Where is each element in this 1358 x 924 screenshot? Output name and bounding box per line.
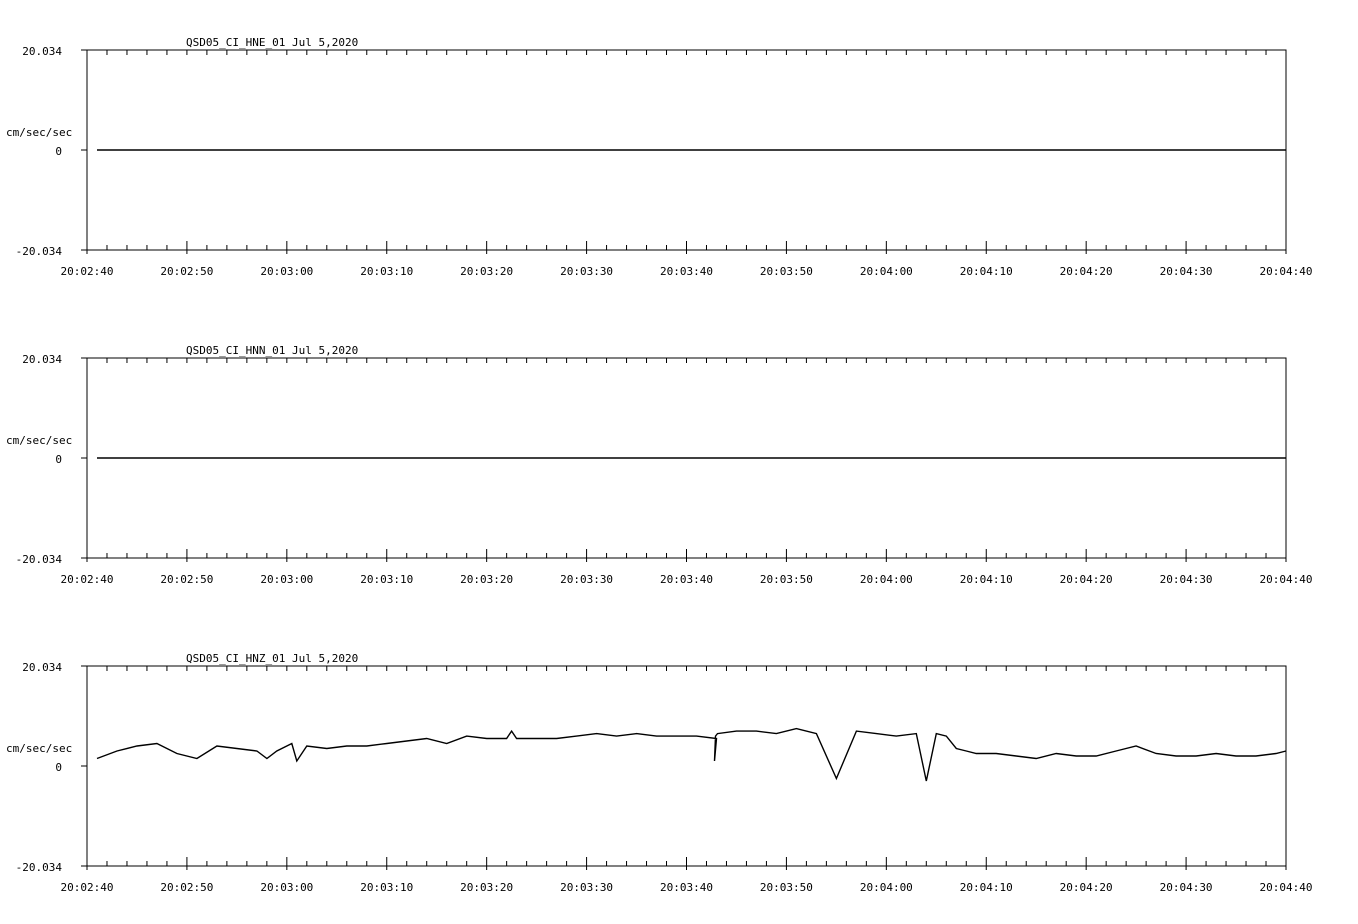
x-tick-label: 20:04:30 [1160,265,1213,278]
x-tick-label: 20:03:50 [760,881,813,894]
y-tick-label-top: 20.034 [22,353,62,366]
y-tick-label-bottom: -20.034 [16,245,63,258]
x-tick-label: 20:04:10 [960,881,1013,894]
x-tick-label: 20:02:40 [61,573,114,586]
y-tick-label-bottom: -20.034 [16,553,63,566]
x-tick-label: 20:03:00 [260,881,313,894]
x-tick-label: 20:03:10 [360,573,413,586]
x-tick-label: 20:02:50 [160,881,213,894]
x-tick-label: 20:03:50 [760,265,813,278]
y-tick-label-bottom: -20.034 [16,861,63,874]
trace-line [96,727,1287,782]
x-tick-label: 20:04:40 [1260,881,1313,894]
x-tick-label: 20:03:40 [660,881,713,894]
panel-title: QSD05_CI_HNN_01 Jul 5,2020 [186,344,358,357]
x-tick-label: 20:04:00 [860,881,913,894]
y-tick-label-top: 20.034 [22,45,62,58]
x-tick-label: 20:04:00 [860,265,913,278]
x-tick-label: 20:04:40 [1260,265,1313,278]
y-tick-label-zero: 0 [55,453,62,466]
x-tick-label: 20:02:50 [160,265,213,278]
seismogram-figure: QSD05_CI_HNE_01 Jul 5,2020 cm/sec/sec 20… [6,36,1312,894]
x-tick-label: 20:02:50 [160,573,213,586]
x-tick-label: 20:04:30 [1160,881,1213,894]
x-tick-label: 20:03:40 [660,265,713,278]
panel-title: QSD05_CI_HNE_01 Jul 5,2020 [186,36,358,49]
panel-hnz: QSD05_CI_HNZ_01 Jul 5,2020 cm/sec/sec 20… [6,652,1312,894]
x-tick-label: 20:03:10 [360,881,413,894]
x-tick-label: 20:03:00 [260,265,313,278]
y-axis-label: cm/sec/sec [6,126,72,139]
x-tick-label: 20:04:20 [1060,265,1113,278]
x-tick-label: 20:04:00 [860,573,913,586]
x-tick-label: 20:03:30 [560,881,613,894]
x-tick-label: 20:04:20 [1060,573,1113,586]
x-tick-label: 20:04:10 [960,573,1013,586]
x-tick-label: 20:03:20 [460,265,513,278]
x-tick-label: 20:04:20 [1060,881,1113,894]
x-tick-label: 20:03:50 [760,573,813,586]
x-tick-label: 20:04:40 [1260,573,1313,586]
x-tick-label: 20:03:00 [260,573,313,586]
y-tick-label-top: 20.034 [22,661,62,674]
x-tick-label: 20:03:30 [560,265,613,278]
x-tick-label: 20:03:10 [360,265,413,278]
x-tick-label: 20:03:20 [460,573,513,586]
y-axis-label: cm/sec/sec [6,434,72,447]
plot-frame [86,665,1287,867]
panel-hne: QSD05_CI_HNE_01 Jul 5,2020 cm/sec/sec 20… [6,36,1312,278]
y-axis-label: cm/sec/sec [6,742,72,755]
panel-title: QSD05_CI_HNZ_01 Jul 5,2020 [186,652,358,665]
x-tick-label: 20:04:10 [960,265,1013,278]
y-tick-label-zero: 0 [55,761,62,774]
x-tick-label: 20:03:40 [660,573,713,586]
panel-hnn: QSD05_CI_HNN_01 Jul 5,2020 cm/sec/sec 20… [6,344,1312,586]
x-tick-label: 20:03:30 [560,573,613,586]
x-tick-label: 20:02:40 [61,265,114,278]
y-tick-label-zero: 0 [55,145,62,158]
x-tick-label: 20:02:40 [61,881,114,894]
x-tick-label: 20:03:20 [460,881,513,894]
x-tick-label: 20:04:30 [1160,573,1213,586]
